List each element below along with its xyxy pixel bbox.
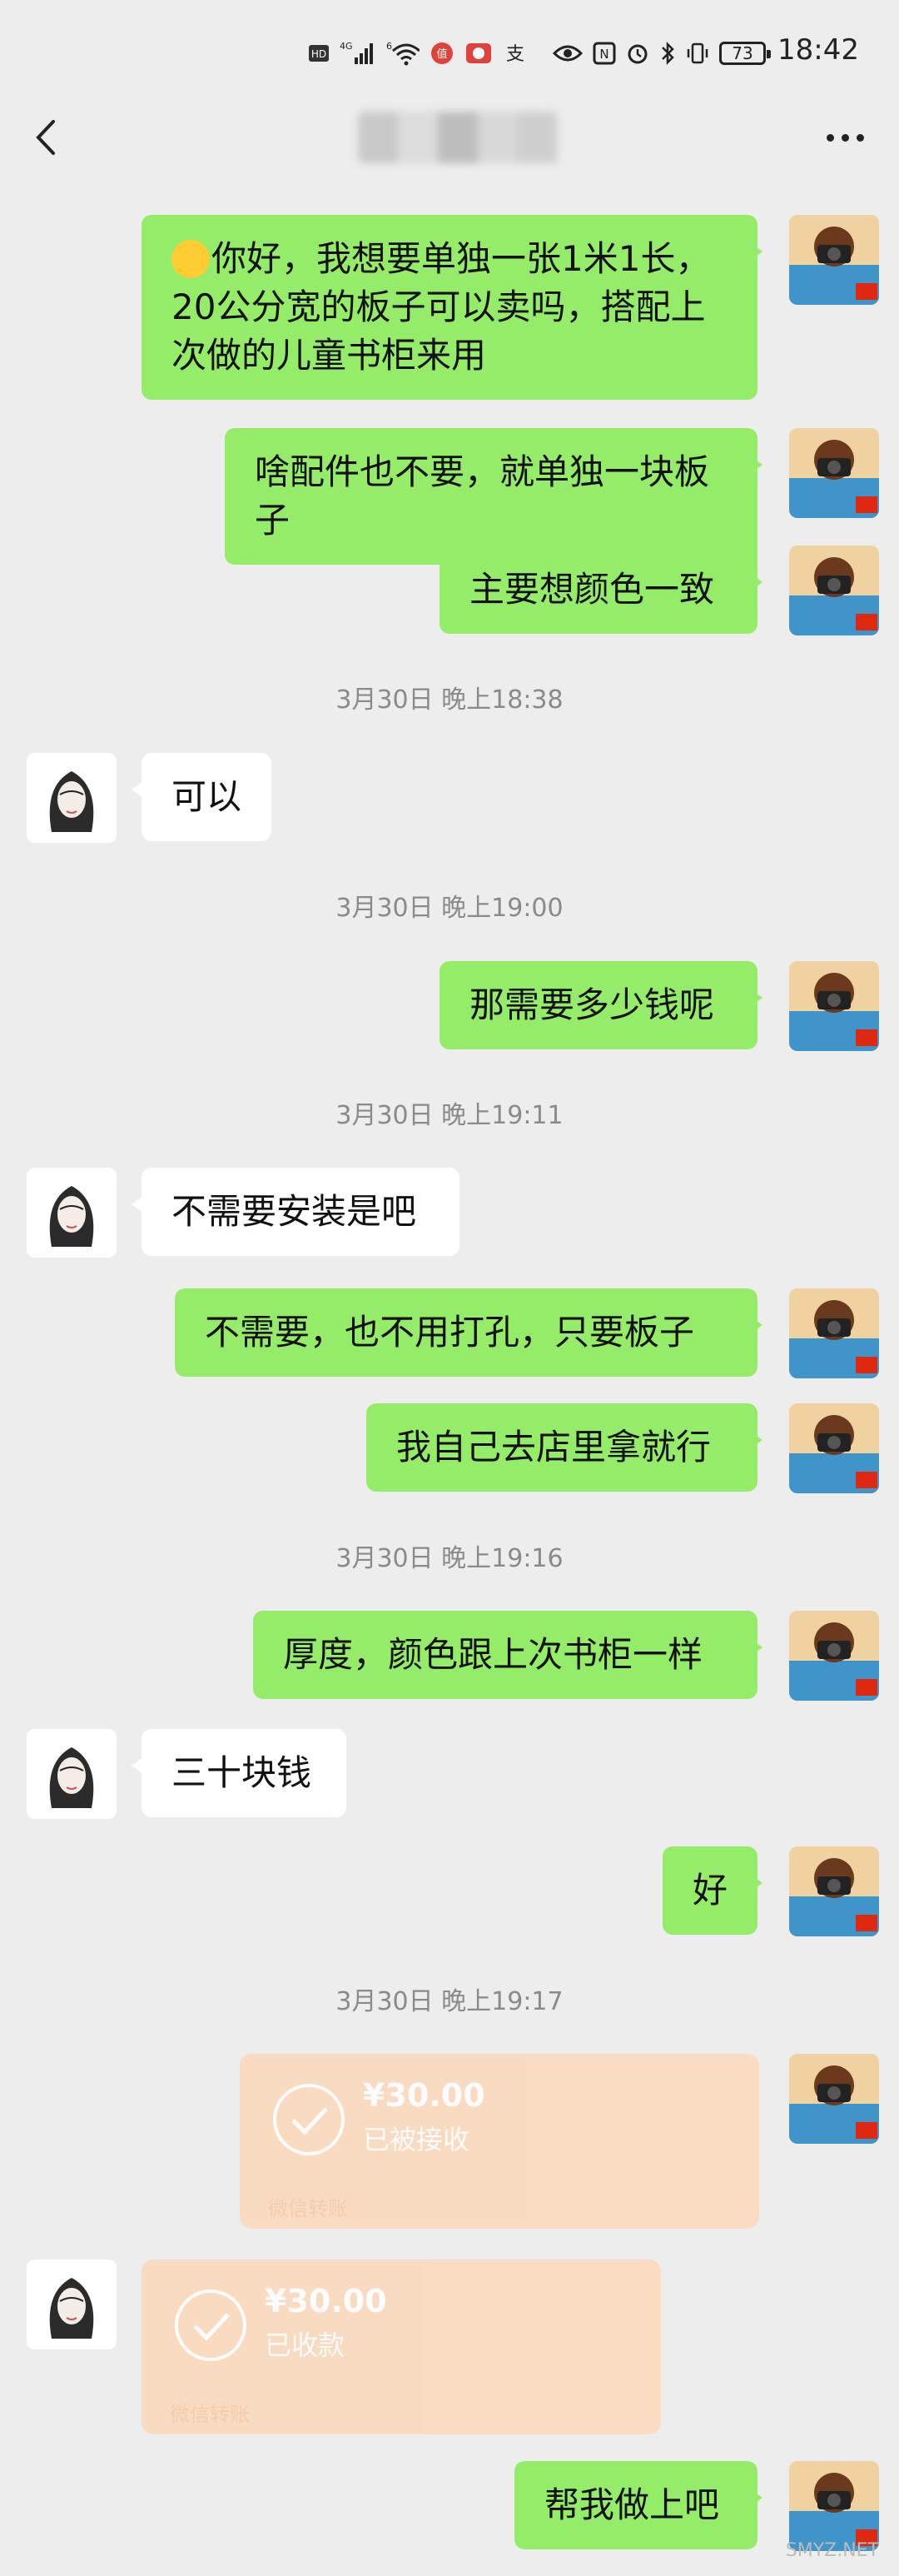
avatar-me[interactable]: [789, 2461, 879, 2551]
avatar-me[interactable]: [789, 428, 879, 518]
more-options-button[interactable]: [816, 115, 874, 160]
avatar-me[interactable]: [789, 961, 879, 1051]
avatar-me[interactable]: [789, 546, 879, 635]
transfer-amount: ¥30.00: [363, 2077, 485, 2114]
message-text: 厚度，颜色跟上次书柜一样: [283, 1634, 703, 1675]
timestamp: 3月30日 晚上19:11: [335, 1101, 564, 1130]
hd-icon: HD: [308, 43, 330, 63]
timestamp: 3月30日 晚上18:38: [335, 685, 564, 715]
alipay-icon: 支: [503, 41, 528, 66]
avatar-me[interactable]: [789, 1846, 879, 1936]
chat-bubble-mine[interactable]: 厚度，颜色跟上次书柜一样: [253, 1611, 762, 1699]
back-button[interactable]: [25, 115, 70, 160]
svg-text:支: 支: [506, 44, 524, 65]
message-text: 那需要多少钱呢: [469, 984, 715, 1025]
timestamp: 3月30日 晚上19:00: [335, 894, 564, 923]
svg-text:值: 值: [436, 47, 447, 61]
timestamp: 3月30日 晚上19:17: [335, 1987, 564, 2016]
svg-text:6: 6: [386, 41, 392, 52]
chat-bubble-mine[interactable]: 那需要多少钱呢: [440, 961, 762, 1049]
chat-bubble-contact[interactable]: 不需要安装是吧: [132, 1168, 459, 1256]
svg-text:N: N: [599, 47, 608, 62]
chat-title: [358, 112, 558, 163]
avatar-contact[interactable]: [27, 2260, 117, 2349]
checkmark-icon: [273, 2084, 345, 2155]
transfer-status: 已收款: [265, 2329, 345, 2361]
vibrate-icon: [686, 42, 709, 65]
transfer-card-received[interactable]: ¥30.00 已收款 微信转账: [142, 2260, 661, 2434]
avatar-me[interactable]: [789, 2054, 879, 2144]
chat-bubble-mine[interactable]: 不需要，也不用打孔，只要板子: [175, 1288, 762, 1377]
transfer-card-sent[interactable]: ¥30.00 已被接收 微信转账: [240, 2054, 759, 2229]
eye-icon: [553, 43, 583, 63]
nfc-icon: N: [593, 42, 616, 65]
chat-bubble-mine[interactable]: 帮我做上吧: [514, 2461, 762, 2549]
transfer-amount: ¥30.00: [265, 2283, 387, 2319]
transfer-footer: 微信转账: [268, 2197, 348, 2220]
message-text: 主要想颜色一致: [469, 569, 715, 610]
chat-bubble-contact[interactable]: 可以: [132, 753, 271, 841]
chat-bubble-mine[interactable]: 啥配件也不要，就单独一块板子: [225, 428, 762, 565]
message-text: 可以: [171, 776, 242, 817]
svg-text:HD: HD: [311, 48, 326, 60]
status-time: 18:42: [777, 33, 859, 67]
grin-emoji-icon: [171, 239, 210, 278]
chat-bubble-mine[interactable]: 主要想颜色一致: [440, 546, 762, 634]
avatar-me[interactable]: [789, 1403, 879, 1493]
wifi-icon: 6: [386, 41, 420, 66]
chat-bubble-mine[interactable]: 我自己去店里拿就行: [366, 1403, 762, 1492]
message-text: 不需要安装是吧: [171, 1191, 417, 1232]
bluetooth-icon: [659, 41, 676, 66]
message-text: 啥配件也不要，就单独一块板子: [255, 451, 710, 541]
message-text: 你好，我想要单独一张1米1长，20公分宽的板子可以卖吗，搭配上次做的儿童书柜来用: [171, 238, 711, 376]
signal-icon: 4G: [340, 41, 376, 66]
avatar-me[interactable]: [789, 1288, 879, 1378]
battery-icon: 73: [719, 42, 771, 65]
chevron-left-icon: [36, 120, 55, 155]
avatar-me[interactable]: [789, 215, 879, 305]
avatar-contact[interactable]: [27, 1168, 117, 1258]
timestamp: 3月30日 晚上19:16: [335, 1544, 564, 1573]
message-text: 我自己去店里拿就行: [396, 1427, 712, 1467]
status-icons: HD 4G 6 值 支 N 73: [308, 35, 771, 72]
chat-bubble-contact[interactable]: 三十块钱: [132, 1729, 346, 1817]
checkmark-icon: [175, 2290, 246, 2361]
battery-level: 73: [732, 43, 753, 63]
message-text: 帮我做上吧: [544, 2484, 720, 2525]
app-notification-icon-2: [464, 41, 493, 66]
more-icon: [826, 133, 834, 142]
svg-text:4G: 4G: [340, 41, 353, 52]
message-text: 三十块钱: [171, 1752, 312, 1793]
app-notification-icon: 值: [430, 41, 454, 66]
chat-bubble-mine[interactable]: 好: [663, 1846, 762, 1935]
avatar-me[interactable]: [789, 1611, 879, 1701]
avatar-contact[interactable]: [27, 753, 117, 843]
chat-bubble-mine[interactable]: 你好，我想要单独一张1米1长，20公分宽的板子可以卖吗，搭配上次做的儿童书柜来用: [142, 215, 762, 400]
avatar-contact[interactable]: [27, 1729, 117, 1819]
chat-header: [0, 100, 899, 175]
alarm-icon: [626, 42, 649, 65]
transfer-footer: 微信转账: [170, 2403, 250, 2426]
message-text: 好: [693, 1870, 728, 1911]
transfer-status: 已被接收: [363, 2124, 470, 2155]
message-text: 不需要，也不用打孔，只要板子: [205, 1312, 695, 1353]
watermark: SMYZ.NET: [785, 2540, 879, 2561]
status-bar: HD 4G 6 值 支 N 73 18:42: [0, 0, 899, 100]
